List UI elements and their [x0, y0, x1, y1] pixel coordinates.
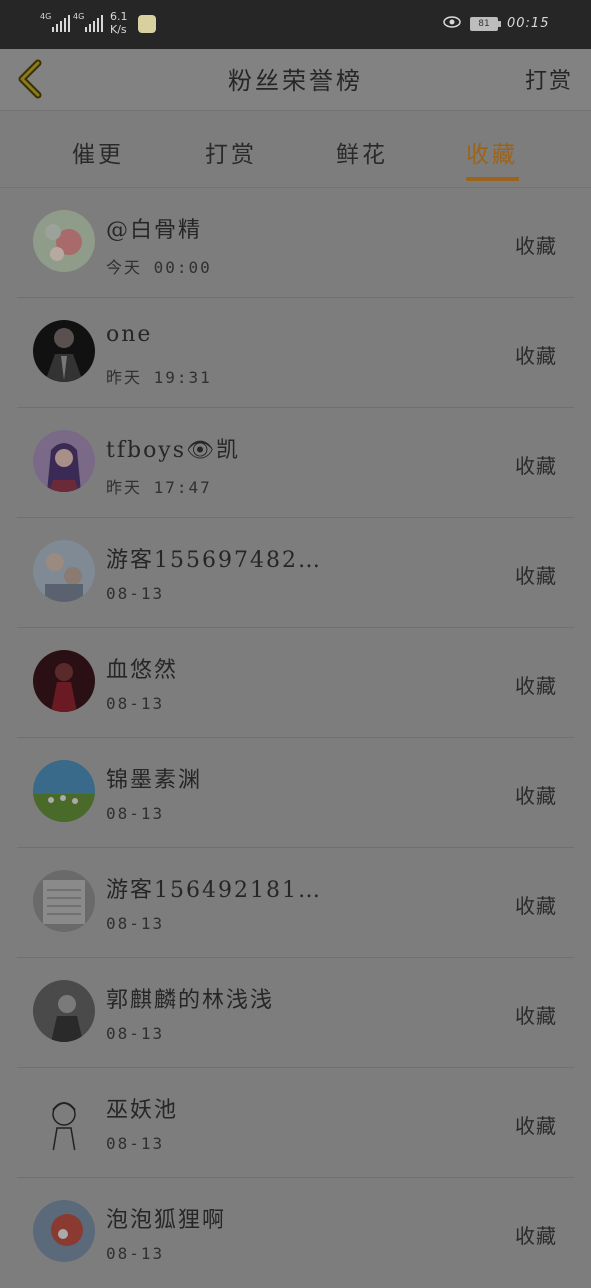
sim1-label: 4G — [40, 12, 52, 21]
network-speed-unit: K/s — [110, 23, 127, 36]
field-sky-avatar[interactable] — [33, 760, 95, 822]
user-name: 巫妖池 — [106, 1098, 179, 1123]
timestamp: 08-13 — [106, 584, 165, 603]
timestamp: 08-13 — [106, 1024, 165, 1043]
list-item[interactable]: tfboys👁凯 昨天 17:47 收藏 — [0, 408, 591, 518]
list-item[interactable]: 游客156492181… 08-13 收藏 — [0, 848, 591, 958]
tab-urge[interactable]: 催更 — [58, 135, 138, 169]
user-name: 锦墨素渊 — [106, 768, 203, 793]
signal-icon — [85, 14, 103, 32]
timestamp: 08-13 — [106, 694, 165, 713]
user-name: 游客155697482… — [106, 548, 322, 573]
eye-icon — [443, 16, 461, 28]
timestamp: 昨天 17:47 — [106, 478, 212, 497]
action-label: 收藏 — [515, 344, 557, 368]
timestamp: 今天 00:00 — [106, 258, 212, 277]
reward-button[interactable]: 打赏 — [525, 63, 573, 95]
user-name: 郭麒麟的林浅浅 — [106, 988, 275, 1013]
network-speed-value: 6.1 — [110, 10, 128, 23]
status-bar: 4G 4G 6.1 K/s 81 00:15 — [0, 0, 591, 49]
status-time: 00:15 — [507, 16, 550, 31]
bw-person-avatar[interactable] — [33, 980, 95, 1042]
action-label: 收藏 — [515, 1224, 557, 1248]
timestamp: 昨天 19:31 — [106, 368, 212, 387]
tab-favorites[interactable]: 收藏 — [452, 135, 532, 169]
user-name: 血悠然 — [106, 658, 179, 683]
flowers-avatar[interactable] — [33, 210, 95, 272]
tab-bar: 催更 打赏 鲜花 收藏 — [0, 111, 591, 188]
suit-avatar[interactable] — [33, 320, 95, 382]
sketch-boy-avatar[interactable] — [33, 1090, 95, 1152]
timestamp: 08-13 — [106, 1244, 165, 1263]
action-label: 收藏 — [515, 564, 557, 588]
action-label: 收藏 — [515, 234, 557, 258]
list-item[interactable]: 巫妖池 08-13 收藏 — [0, 1068, 591, 1178]
dark-figure-avatar[interactable] — [33, 650, 95, 712]
notebook-avatar[interactable] — [33, 870, 95, 932]
app-notification-icon — [138, 15, 156, 33]
tab-reward[interactable]: 打赏 — [191, 135, 271, 169]
list-item[interactable]: one 昨天 19:31 收藏 — [0, 298, 591, 408]
user-name: 游客156492181… — [106, 878, 322, 903]
fox-avatar[interactable] — [33, 1200, 95, 1262]
user-name: 泡泡狐狸啊 — [106, 1208, 227, 1233]
active-tab-indicator — [466, 177, 519, 181]
list-item[interactable]: @白骨精 今天 00:00 收藏 — [0, 188, 591, 298]
anime-girl-avatar[interactable] — [33, 430, 95, 492]
couple-avatar[interactable] — [33, 540, 95, 602]
timestamp: 08-13 — [106, 1134, 165, 1153]
tab-flowers[interactable]: 鲜花 — [322, 135, 402, 169]
list-item[interactable]: 血悠然 08-13 收藏 — [0, 628, 591, 738]
user-name: @白骨精 — [106, 218, 203, 243]
page-title: 粉丝荣誉榜 — [228, 67, 363, 95]
timestamp: 08-13 — [106, 804, 165, 823]
action-label: 收藏 — [515, 674, 557, 698]
list-item[interactable]: 泡泡狐狸啊 08-13 收藏 — [0, 1178, 591, 1288]
action-label: 收藏 — [515, 1004, 557, 1028]
battery-cap — [498, 21, 501, 27]
sim2-label: 4G — [73, 12, 85, 21]
user-name: tfboys👁凯 — [106, 438, 240, 463]
action-label: 收藏 — [515, 1114, 557, 1138]
battery-icon: 81 — [470, 17, 498, 31]
action-label: 收藏 — [515, 454, 557, 478]
list-item[interactable]: 游客155697482… 08-13 收藏 — [0, 518, 591, 628]
timestamp: 08-13 — [106, 914, 165, 933]
user-name: one — [106, 322, 153, 347]
list-item[interactable]: 郭麒麟的林浅浅 08-13 收藏 — [0, 958, 591, 1068]
header: 粉丝荣誉榜 打赏 — [0, 49, 591, 111]
signal-icon — [52, 14, 70, 32]
network-speed: 6.1 K/s — [110, 10, 128, 36]
action-label: 收藏 — [515, 894, 557, 918]
action-label: 收藏 — [515, 784, 557, 808]
list-item[interactable]: 锦墨素渊 08-13 收藏 — [0, 738, 591, 848]
